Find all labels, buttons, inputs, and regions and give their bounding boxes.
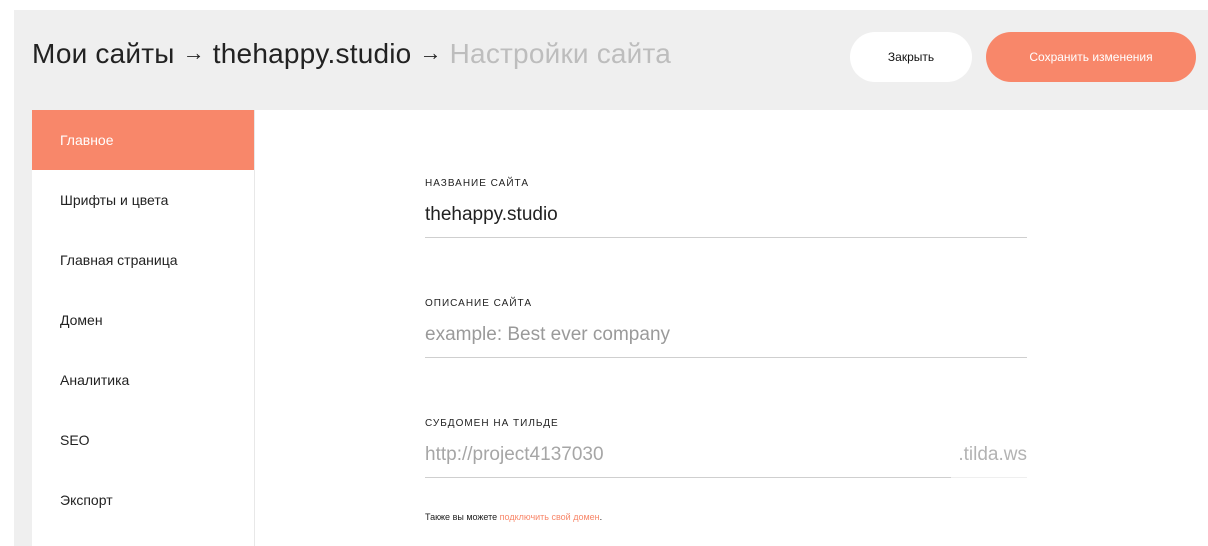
subdomain-row: http://project4137030 .tilda.ws: [425, 443, 1027, 478]
domain-hint-text: Также вы можете: [425, 512, 500, 522]
sidebar-item-export[interactable]: Экспорт: [32, 470, 254, 530]
sidebar-item-seo[interactable]: SEO: [32, 410, 254, 470]
breadcrumb-site[interactable]: thehappy.studio: [213, 38, 412, 69]
breadcrumb: Мои сайты → thehappy.studio → Настройки сайт…: [32, 38, 671, 70]
subdomain-suffix: .tilda.ws: [951, 443, 1027, 478]
sidebar-item-home-page[interactable]: Главная страница: [32, 230, 254, 290]
subdomain-input[interactable]: http://project4137030: [425, 443, 955, 478]
header: Мои сайты → thehappy.studio → Настройки сайт…: [14, 10, 1208, 110]
app-window: Мои сайты → thehappy.studio → Настройки сайт…: [14, 10, 1208, 546]
sidebar-item-main[interactable]: Главное: [32, 110, 254, 170]
breadcrumb-my-sites[interactable]: Мои сайты: [32, 38, 175, 69]
settings-sidebar: Главное Шрифты и цвета Главная страница …: [32, 110, 255, 546]
site-description-input[interactable]: example: Best ever company: [425, 323, 1027, 358]
close-button[interactable]: Закрыть: [850, 32, 972, 82]
settings-content: НАЗВАНИЕ САЙТА thehappy.studio ОПИСАНИЕ …: [255, 110, 1208, 546]
breadcrumb-arrow-icon: →: [182, 40, 205, 65]
subdomain-field: СУБДОМЕН НА ТИЛЬДЕ http://project4137030…: [425, 418, 1027, 478]
site-name-field: НАЗВАНИЕ САЙТА thehappy.studio: [425, 178, 1027, 238]
domain-hint: Также вы можете подключить свой домен.: [425, 512, 602, 522]
connect-domain-link[interactable]: подключить свой домен: [500, 512, 600, 522]
domain-hint-end: .: [599, 512, 603, 522]
site-description-field: ОПИСАНИЕ САЙТА example: Best ever compan…: [425, 298, 1027, 358]
site-description-label: ОПИСАНИЕ САЙТА: [425, 298, 532, 309]
sidebar-item-fonts-colors[interactable]: Шрифты и цвета: [32, 170, 254, 230]
save-button[interactable]: Сохранить изменения: [986, 32, 1196, 82]
subdomain-label: СУБДОМЕН НА ТИЛЬДЕ: [425, 418, 559, 429]
breadcrumb-current: Настройки сайта: [449, 38, 672, 69]
sidebar-item-domain[interactable]: Домен: [32, 290, 254, 350]
breadcrumb-arrow-icon: →: [419, 40, 442, 65]
sidebar-item-analytics[interactable]: Аналитика: [32, 350, 254, 410]
site-name-label: НАЗВАНИЕ САЙТА: [425, 178, 529, 189]
site-name-input[interactable]: thehappy.studio: [425, 203, 1027, 238]
